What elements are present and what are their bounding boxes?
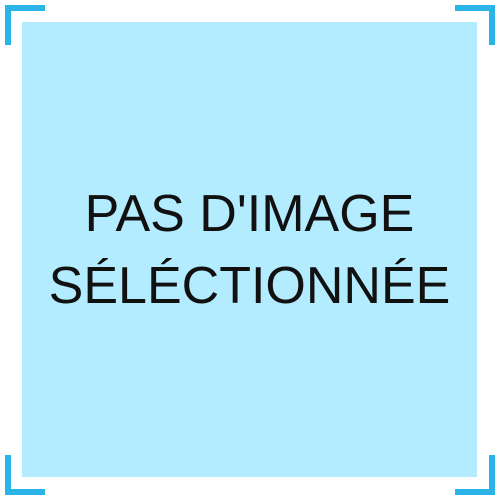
no-image-message-line-2: SÉLÉCTIONNÉE — [48, 256, 451, 315]
no-image-message: PAS D'IMAGE SÉLÉCTIONNÉE — [49, 178, 451, 322]
image-placeholder-frame[interactable]: PAS D'IMAGE SÉLÉCTIONNÉE — [0, 0, 500, 500]
no-image-panel[interactable]: PAS D'IMAGE SÉLÉCTIONNÉE — [22, 22, 477, 477]
no-image-message-line-1: PAS D'IMAGE — [84, 184, 415, 243]
